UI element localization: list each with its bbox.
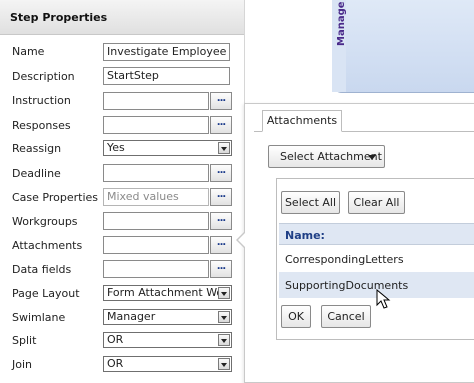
- panel-title: Step Properties: [10, 11, 108, 24]
- chevron-down-icon[interactable]: [218, 334, 230, 346]
- instruction-field[interactable]: [103, 92, 209, 110]
- description-label: Description: [12, 70, 75, 83]
- name-label: Name: [12, 45, 45, 58]
- attachments-field[interactable]: [103, 236, 209, 254]
- select-all-button[interactable]: Select All: [281, 191, 340, 214]
- attachments-ellipsis-button[interactable]: ...: [210, 236, 232, 254]
- chevron-down-icon[interactable]: [218, 287, 230, 299]
- popup-pointer-fill: [238, 233, 245, 247]
- case-properties-ellipsis-button[interactable]: ...: [210, 188, 232, 206]
- swimlane-select[interactable]: Manager: [103, 309, 232, 325]
- ok-button[interactable]: OK: [281, 305, 311, 328]
- reassign-value: Yes: [107, 141, 125, 154]
- list-header-name: Name:: [285, 229, 325, 242]
- deadline-label: Deadline: [12, 167, 61, 180]
- page-layout-label: Page Layout: [12, 287, 80, 300]
- join-select[interactable]: OR: [103, 356, 232, 372]
- cancel-button[interactable]: Cancel: [321, 305, 371, 328]
- tab-attachments[interactable]: Attachments: [262, 110, 342, 132]
- join-label: Join: [12, 358, 33, 371]
- workgroups-ellipsis-button[interactable]: ...: [210, 212, 232, 230]
- chevron-down-icon[interactable]: [218, 311, 230, 323]
- split-label: Split: [12, 334, 37, 347]
- responses-ellipsis-button[interactable]: ...: [210, 116, 232, 134]
- swimlane-label: Swimlane: [12, 311, 66, 324]
- responses-field[interactable]: [103, 116, 209, 134]
- chevron-down-icon[interactable]: [218, 358, 230, 370]
- name-field[interactable]: Investigate Employee: [103, 43, 230, 61]
- caret-down-icon: [368, 155, 376, 160]
- description-field[interactable]: StartStep: [103, 67, 230, 85]
- mouse-pointer-icon: [376, 289, 391, 309]
- workgroups-field[interactable]: [103, 212, 209, 230]
- select-attachment-button[interactable]: Select Attachment: [268, 145, 385, 168]
- swimlane-label: Manage: [336, 1, 347, 46]
- join-value: OR: [107, 357, 124, 370]
- data-fields-label: Data fields: [12, 263, 72, 276]
- instruction-label: Instruction: [12, 94, 71, 107]
- responses-label: Responses: [12, 119, 71, 132]
- data-fields-field[interactable]: [103, 260, 209, 278]
- page-layout-value: Form Attachment Wo: [107, 286, 224, 299]
- page-layout-select[interactable]: Form Attachment Wo: [103, 285, 232, 301]
- instruction-ellipsis-button[interactable]: ...: [210, 92, 232, 110]
- split-select[interactable]: OR: [103, 332, 232, 348]
- case-properties-label: Case Properties: [12, 191, 99, 204]
- workgroups-label: Workgroups: [12, 215, 78, 228]
- attachments-label: Attachments: [12, 239, 83, 252]
- split-value: OR: [107, 333, 124, 346]
- deadline-ellipsis-button[interactable]: ...: [210, 164, 232, 182]
- data-fields-ellipsis-button[interactable]: ...: [210, 260, 232, 278]
- chevron-down-icon[interactable]: [218, 142, 230, 154]
- case-properties-field[interactable]: Mixed values: [103, 188, 209, 206]
- reassign-label: Reassign: [12, 142, 62, 155]
- reassign-select[interactable]: Yes: [103, 140, 232, 156]
- swimlane-value: Manager: [107, 310, 156, 323]
- clear-all-button[interactable]: Clear All: [348, 191, 405, 214]
- list-item-label: CorrespondingLetters: [285, 253, 404, 266]
- select-attachment-label: Select Attachment: [280, 150, 382, 163]
- swimlane-card[interactable]: [332, 0, 474, 93]
- deadline-field[interactable]: [103, 164, 209, 182]
- list-item[interactable]: CorrespondingLetters: [279, 246, 474, 272]
